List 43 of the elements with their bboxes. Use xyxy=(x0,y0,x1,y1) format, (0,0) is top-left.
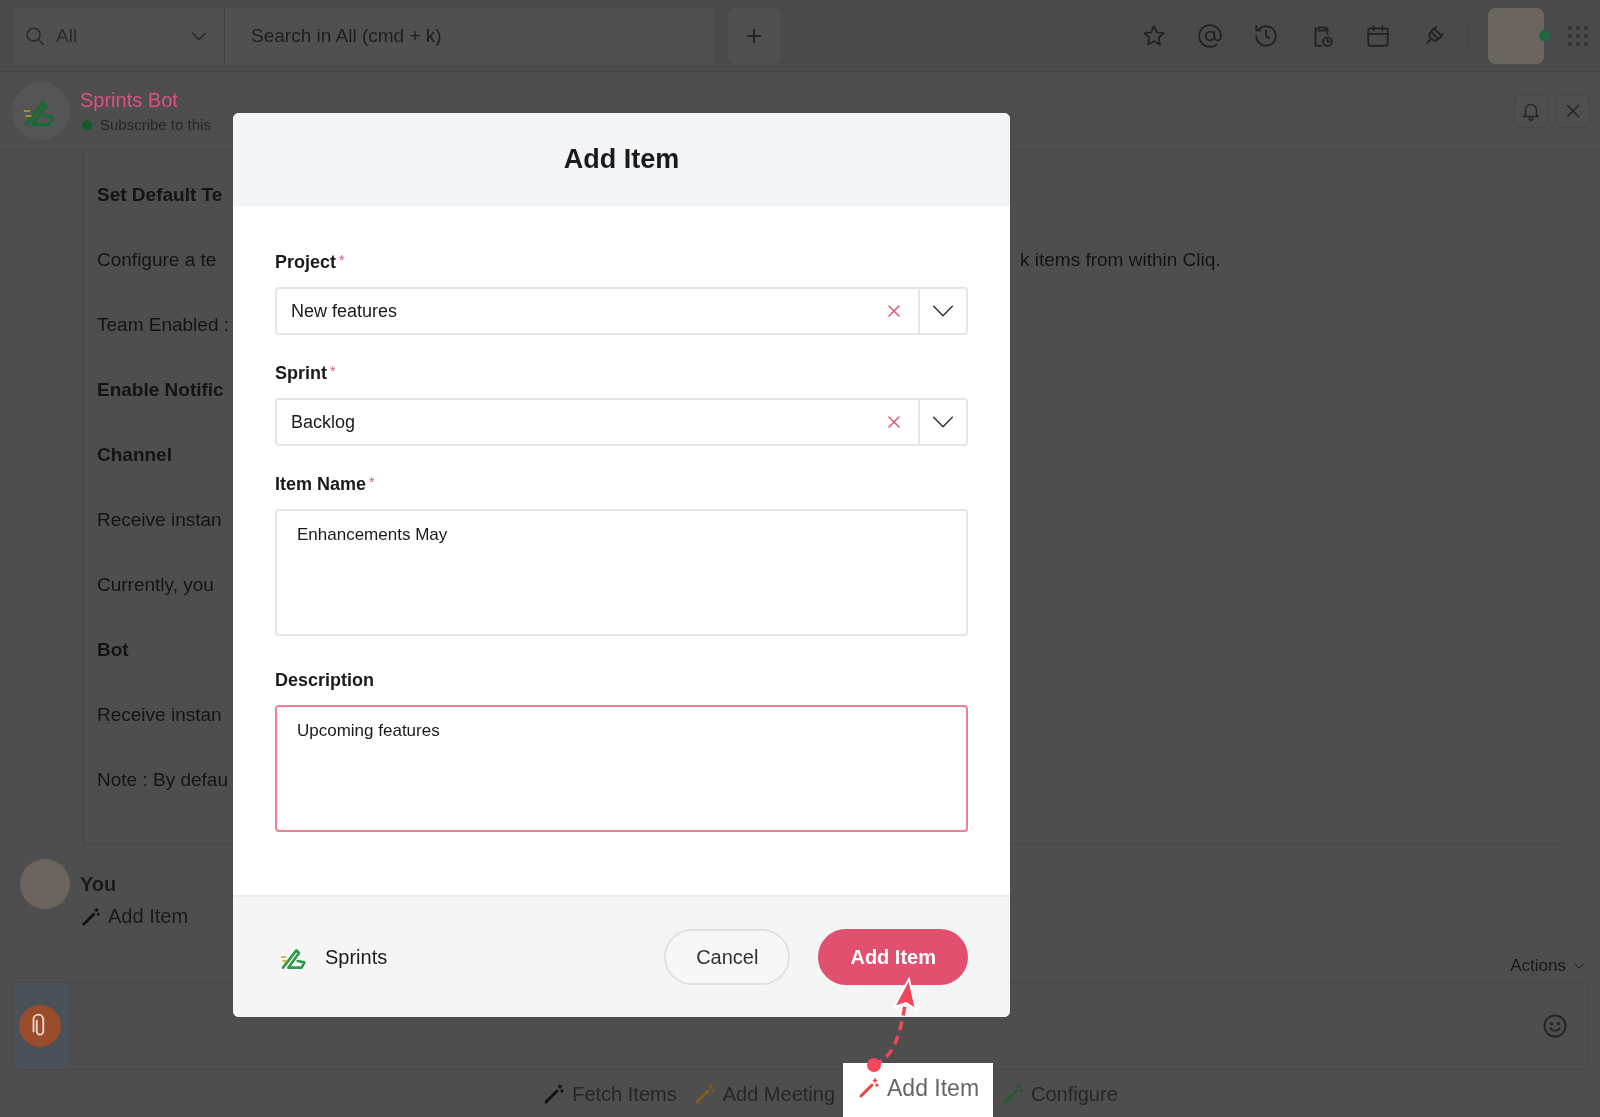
section-heading: Set Default Te xyxy=(97,183,223,207)
required-mark: * xyxy=(339,252,345,270)
field-label: Project * xyxy=(275,252,346,273)
select-field[interactable]: New features xyxy=(275,287,968,335)
text-area[interactable]: Upcoming features xyxy=(275,705,968,832)
status-dot xyxy=(1539,30,1550,41)
body-text: Receive instan xyxy=(97,508,222,532)
bot-action-button[interactable]: Add Item xyxy=(843,1063,994,1117)
user-avatar xyxy=(20,859,70,909)
section-heading: Enable Notific xyxy=(97,378,224,402)
text-area[interactable]: Enhancements May xyxy=(275,509,968,636)
select-field[interactable]: Backlog xyxy=(275,398,968,446)
required-mark: * xyxy=(369,474,375,492)
add-button[interactable] xyxy=(728,7,780,64)
field-label: Item Name * xyxy=(275,474,376,495)
bot-icon xyxy=(80,117,94,131)
emoji-icon[interactable] xyxy=(1541,1012,1569,1040)
app-name: Sprints xyxy=(325,945,388,969)
cancel-button[interactable]: Cancel xyxy=(664,929,791,985)
section-heading: Channel xyxy=(97,443,172,467)
section-heading: Bot xyxy=(97,638,129,662)
user-avatar[interactable] xyxy=(1488,7,1544,64)
body-text: k items from within Cliq. xyxy=(1020,248,1221,272)
magic-wand-icon xyxy=(80,905,102,928)
search-icon xyxy=(24,24,46,47)
calendar-icon[interactable] xyxy=(1365,22,1391,49)
field-label: Sprint * xyxy=(275,363,337,384)
body-text: Configure a te xyxy=(97,248,217,272)
body-text: Note : By defau xyxy=(97,768,228,792)
add-item-button[interactable]: Add Item xyxy=(818,929,968,985)
paperclip-icon xyxy=(19,1005,61,1047)
required-mark: * xyxy=(330,363,336,381)
body-text: Currently, you xyxy=(97,573,214,597)
at-sign-icon[interactable] xyxy=(1197,22,1223,49)
close-button[interactable] xyxy=(1556,93,1590,128)
attach-button[interactable] xyxy=(13,983,67,1069)
notification-button[interactable] xyxy=(1514,93,1548,128)
field-label: Description xyxy=(275,670,376,691)
body-text: Receive instan xyxy=(97,703,222,727)
dialog-title: Add Item xyxy=(563,144,680,175)
bot-name: Sprints Bot xyxy=(80,88,179,112)
body-text: Team Enabled : xyxy=(97,313,230,337)
history-icon[interactable] xyxy=(1253,22,1279,49)
